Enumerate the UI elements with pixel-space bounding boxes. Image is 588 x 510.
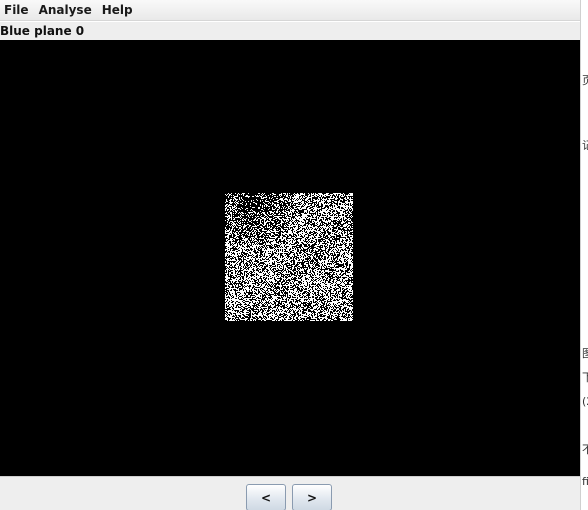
bit-plane-image xyxy=(225,193,353,321)
background-text-fragment: (2 xyxy=(582,395,588,408)
menu-bar: File Analyse Help xyxy=(0,0,580,21)
navigation-bar: < > xyxy=(0,476,580,510)
image-viewport xyxy=(0,40,580,476)
stegsolve-window: File Analyse Help Blue plane 0 < > xyxy=(0,0,580,510)
next-plane-button[interactable]: > xyxy=(292,484,332,510)
background-text-fragment: 下 xyxy=(582,372,588,384)
menu-help[interactable]: Help xyxy=(98,2,139,18)
background-text-fragment: fi xyxy=(582,475,588,488)
background-text-fragment: 记 xyxy=(582,140,588,152)
plane-title-row: Blue plane 0 xyxy=(0,21,580,40)
background-window-edge: 页 记 图 下 (2 不 fi xyxy=(580,0,588,510)
background-text-fragment: 不 xyxy=(582,444,588,456)
menu-analyse[interactable]: Analyse xyxy=(35,2,98,18)
background-text-fragment: 图 xyxy=(582,348,588,360)
menu-file[interactable]: File xyxy=(0,2,35,18)
background-text-fragment: 页 xyxy=(582,75,588,87)
app-root: File Analyse Help Blue plane 0 < > 页 记 图… xyxy=(0,0,588,510)
previous-plane-button[interactable]: < xyxy=(246,484,286,510)
plane-title: Blue plane 0 xyxy=(0,24,85,38)
